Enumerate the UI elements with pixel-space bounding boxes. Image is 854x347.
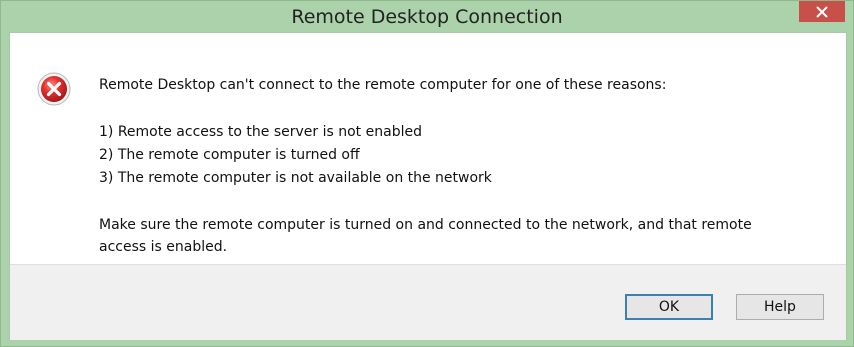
advice-text-line-2: access is enabled. [99,239,228,255]
button-bar: OK Help [10,264,846,340]
error-icon [37,72,71,106]
title-bar[interactable]: Remote Desktop Connection [1,1,853,32]
help-button[interactable]: Help [736,294,824,320]
reason-item: 3) The remote computer is not available … [99,170,492,186]
message-area: Remote Desktop can't connect to the remo… [10,33,846,264]
window-title: Remote Desktop Connection [291,6,563,28]
dialog-client: Remote Desktop can't connect to the remo… [9,32,847,340]
ok-button[interactable]: OK [625,294,713,320]
reason-item: 1) Remote access to the server is not en… [99,124,422,140]
advice-text-line-1: Make sure the remote computer is turned … [99,217,752,233]
close-button[interactable] [799,1,845,22]
error-heading: Remote Desktop can't connect to the remo… [99,77,667,93]
close-icon [816,5,828,18]
dialog-window: Remote Desktop Connection Remote Desktop… [0,0,854,347]
reason-item: 2) The remote computer is turned off [99,147,360,163]
